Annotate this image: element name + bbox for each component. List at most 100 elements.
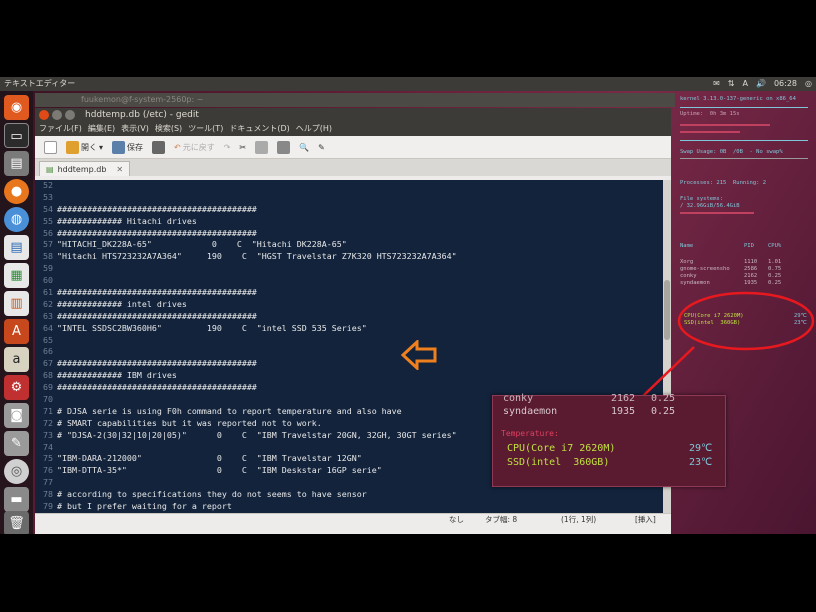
trash-icon[interactable]: 🗑 xyxy=(4,511,29,534)
tab-hddtemp[interactable]: ▤ hddtemp.db ✕ xyxy=(39,161,131,176)
editor-line[interactable]: 63 ######################################… xyxy=(35,311,663,323)
camera-icon[interactable]: ◙ xyxy=(4,403,29,428)
line-number: 62 xyxy=(43,298,53,309)
usb-drive-icon[interactable]: ▬ xyxy=(4,487,29,512)
line-number: 58 xyxy=(43,251,53,262)
line-number: 72 xyxy=(43,417,53,428)
undo-label: 元に戻す xyxy=(182,142,215,152)
line-text: "IBM-DARA-212000" 0 C "IBM Travelstar 12… xyxy=(57,453,362,464)
terminal-window-titlebar[interactable]: fuukemon@f-system-2560p: ~ xyxy=(35,93,675,107)
line-text: # but I prefer waiting for a report xyxy=(57,501,232,512)
line-text: # SMART capabilities but it was reported… xyxy=(57,417,322,428)
editor-line[interactable]: 55 ############# Hitachi drives xyxy=(35,216,663,228)
copy-button[interactable] xyxy=(252,140,271,154)
inset-ssd-temp-label: SSD(intel 360GB) xyxy=(507,457,610,468)
scrollbar-thumb[interactable] xyxy=(664,280,670,340)
print-button[interactable] xyxy=(149,140,168,154)
system-settings-icon[interactable]: ⚙ xyxy=(4,375,29,400)
menu-help[interactable]: ヘルプ(H) xyxy=(296,122,332,136)
editor-line[interactable]: 68 ############# IBM drives xyxy=(35,370,663,382)
editor-line[interactable]: 52 xyxy=(35,180,663,192)
dash-home-icon[interactable]: ◉ xyxy=(4,95,29,120)
new-document-icon xyxy=(44,140,57,154)
save-button[interactable]: 保存 xyxy=(109,140,146,154)
editor-line[interactable]: 58 "Hitachi HTS723232A7A364" 190 C "HGST … xyxy=(35,251,663,263)
menu-view[interactable]: 表示(V) xyxy=(121,122,149,136)
menu-search[interactable]: 検索(S) xyxy=(155,122,182,136)
line-number: 70 xyxy=(43,394,53,405)
writer-icon[interactable]: ▤ xyxy=(4,235,29,260)
line-number: 54 xyxy=(43,203,53,214)
editor-line[interactable]: 66 xyxy=(35,346,663,358)
editor-line[interactable]: 56 ######################################… xyxy=(35,228,663,240)
menu-file[interactable]: ファイル(F) xyxy=(39,122,82,136)
open-button[interactable]: 開く ▾ xyxy=(63,140,106,154)
terminal-icon[interactable]: ▭ xyxy=(4,123,29,148)
gedit-icon[interactable]: ✎ xyxy=(4,431,29,456)
tab-width-selector[interactable]: タブ幅: 8 xyxy=(485,514,517,526)
replace-button[interactable]: ✎ xyxy=(315,143,328,152)
line-text: ######################################## xyxy=(57,382,257,393)
calc-icon[interactable]: ▦ xyxy=(4,263,29,288)
line-number: 67 xyxy=(43,358,53,369)
editor-line[interactable]: 62 ############# intel drives xyxy=(35,299,663,311)
editor-line[interactable]: 79 # but I prefer waiting for a report xyxy=(35,501,663,513)
line-text: ############# intel drives xyxy=(57,298,187,309)
sound-icon[interactable]: 🔊 xyxy=(756,77,766,91)
editor-line[interactable]: 59 xyxy=(35,263,663,275)
proc-name: gnome-screensho xyxy=(680,266,730,272)
dvd-icon[interactable]: ◎ xyxy=(4,459,29,484)
menu-tools[interactable]: ツール(T) xyxy=(188,122,223,136)
close-tab-icon[interactable]: ✕ xyxy=(116,163,123,176)
proc-pid: 1110 xyxy=(744,259,758,265)
impress-icon[interactable]: ▥ xyxy=(4,291,29,316)
keyboard-icon[interactable]: A xyxy=(743,77,748,91)
line-text xyxy=(55,275,57,287)
menu-bar: ファイル(F) 編集(E) 表示(V) 検索(S) ツール(T) ドキュメント(… xyxy=(35,122,671,136)
cut-button[interactable]: ✂ xyxy=(236,143,249,152)
redo-button[interactable]: ↷ xyxy=(221,143,234,152)
window-titlebar[interactable]: hddtemp.db (/etc) - gedit xyxy=(35,108,671,122)
maximize-window-button[interactable] xyxy=(65,110,75,120)
minimize-window-button[interactable] xyxy=(52,110,62,120)
line-text xyxy=(55,180,57,192)
launcher: ◉ ▭ ▤ ● ◍ ▤ ▦ ▥ A a ⚙ ◙ ✎ ◎ ▬ 🗑 xyxy=(0,91,33,534)
editor-line[interactable]: 64 "INTEL SSDSC2BW360H6" 190 C "intel SSD… xyxy=(35,323,663,335)
line-number: 77 xyxy=(43,477,53,488)
menu-documents[interactable]: ドキュメント(D) xyxy=(229,122,289,136)
window-title: hddtemp.db (/etc) - gedit xyxy=(85,110,199,120)
network-icon[interactable]: ⇅ xyxy=(728,77,735,91)
editor-line[interactable]: 69 ######################################… xyxy=(35,382,663,394)
menu-edit[interactable]: 編集(E) xyxy=(88,122,115,136)
mail-icon[interactable]: ✉ xyxy=(713,77,720,91)
firefox-icon[interactable]: ● xyxy=(4,179,29,204)
chromium-icon[interactable]: ◍ xyxy=(4,207,29,232)
find-button[interactable]: 🔍 xyxy=(296,143,312,152)
redo-icon: ↷ xyxy=(223,142,231,152)
editor-line[interactable]: 54 ######################################… xyxy=(35,204,663,216)
undo-button[interactable]: ↶ 元に戻す xyxy=(171,142,218,153)
clock[interactable]: 06:28 xyxy=(774,77,797,91)
files-icon[interactable]: ▤ xyxy=(4,151,29,176)
line-text: ############# IBM drives xyxy=(57,370,177,381)
editor-line[interactable]: 60 xyxy=(35,275,663,287)
line-text: ######################################## xyxy=(57,358,257,369)
line-number: 68 xyxy=(43,370,53,381)
annotation-pointer-line xyxy=(641,346,695,398)
editor-line[interactable]: 53 xyxy=(35,192,663,204)
ram-bar xyxy=(680,131,740,133)
editor-line[interactable]: 78 # according to specifications they do … xyxy=(35,489,663,501)
settings-icon[interactable]: ◎ xyxy=(805,77,812,91)
copy-icon xyxy=(255,140,269,154)
editor-line[interactable]: 61 ######################################… xyxy=(35,287,663,299)
editor-line[interactable]: 65 xyxy=(35,335,663,347)
new-button[interactable] xyxy=(41,140,60,154)
amazon-icon[interactable]: a xyxy=(4,347,29,372)
software-center-icon[interactable]: A xyxy=(4,319,29,344)
editor-line[interactable]: 57 "HITACHI_DK228A-65" 0 C "Hitachi DK228… xyxy=(35,239,663,251)
language-selector[interactable]: なし xyxy=(449,514,464,526)
paste-button[interactable] xyxy=(274,140,293,154)
editor-line[interactable]: 67 ######################################… xyxy=(35,358,663,370)
close-window-button[interactable] xyxy=(39,110,49,120)
conky-filesystems: File systems: xyxy=(680,196,724,202)
